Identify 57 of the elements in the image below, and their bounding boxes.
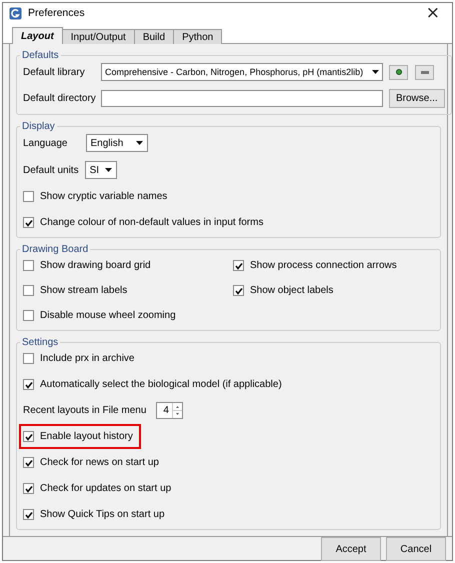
checkbox-label: Include prx in archive	[40, 353, 134, 364]
window-title: Preferences	[28, 7, 86, 19]
tab[interactable]: Input/Output	[62, 29, 135, 44]
checkbox[interactable]	[23, 431, 34, 442]
dropdown[interactable]: SI	[84, 161, 117, 179]
checkbox[interactable]	[23, 191, 34, 202]
group-title: Drawing Board	[21, 244, 90, 255]
checkbox[interactable]	[23, 310, 34, 321]
number-spinner[interactable]: 4	[156, 402, 183, 419]
field-label: Default units	[23, 164, 79, 176]
app-icon	[9, 6, 22, 20]
add-button[interactable]	[389, 64, 408, 80]
checkbox[interactable]	[23, 509, 34, 520]
dot-icon	[396, 69, 402, 75]
checkbox[interactable]	[23, 353, 34, 364]
dropdown[interactable]: English	[86, 134, 148, 152]
checkbox[interactable]	[23, 457, 34, 468]
tab[interactable]: Build	[134, 29, 174, 44]
checkbox-label: Show cryptic variable names	[40, 191, 168, 202]
checkbox-label: Show object labels	[250, 285, 334, 296]
checkbox[interactable]	[23, 483, 34, 494]
checkbox-label: Check for updates on start up	[40, 483, 172, 494]
library-dropdown[interactable]: Comprehensive - Carbon, Nitrogen, Phosphorus, pH (mantis2lib)	[101, 63, 383, 81]
tab[interactable]: Layout	[12, 27, 63, 44]
checkbox-label: Show drawing board grid	[40, 260, 151, 271]
checkbox[interactable]	[23, 260, 34, 271]
checkbox-label: Show stream labels	[40, 285, 128, 296]
caret-icon	[372, 70, 379, 74]
group-title: Display	[21, 121, 56, 132]
tab[interactable]: Python	[173, 29, 222, 44]
checkbox-label: Automatically select the biological model (if applicable)	[40, 379, 282, 390]
dialog-button[interactable]: Accept	[321, 537, 381, 561]
field-label: Language	[23, 138, 68, 148]
checkbox[interactable]	[23, 379, 34, 390]
dialog-button[interactable]: Cancel	[386, 537, 446, 561]
checkbox-label: Disable mouse wheel zooming	[40, 310, 176, 321]
checkbox[interactable]	[23, 217, 34, 228]
checkbox-label: Check for news on start up	[40, 457, 159, 468]
checkbox[interactable]	[233, 260, 244, 271]
field-label: Default directory	[23, 93, 97, 104]
checkbox[interactable]	[23, 285, 34, 296]
checkbox-label: Change colour of non-default values in input forms	[40, 217, 264, 228]
remove-button[interactable]	[415, 64, 434, 80]
minus-icon	[420, 70, 428, 74]
checkbox-label: Enable layout history	[40, 431, 133, 442]
directory-field[interactable]	[101, 90, 383, 107]
checkbox-label: Show Quick Tips on start up	[40, 509, 165, 520]
caret-icon	[104, 168, 112, 172]
checkbox[interactable]	[233, 285, 244, 296]
field-label: Recent layouts in File menu	[23, 405, 146, 416]
checkbox-label: Show process connection arrows	[250, 260, 397, 271]
field-label: Default library	[23, 66, 86, 78]
group-title: Defaults	[21, 50, 60, 61]
browse-button[interactable]: Browse...	[389, 89, 445, 108]
close-button[interactable]: ×	[422, 3, 444, 23]
caret-icon	[136, 141, 142, 145]
group-title: Settings	[21, 337, 60, 348]
